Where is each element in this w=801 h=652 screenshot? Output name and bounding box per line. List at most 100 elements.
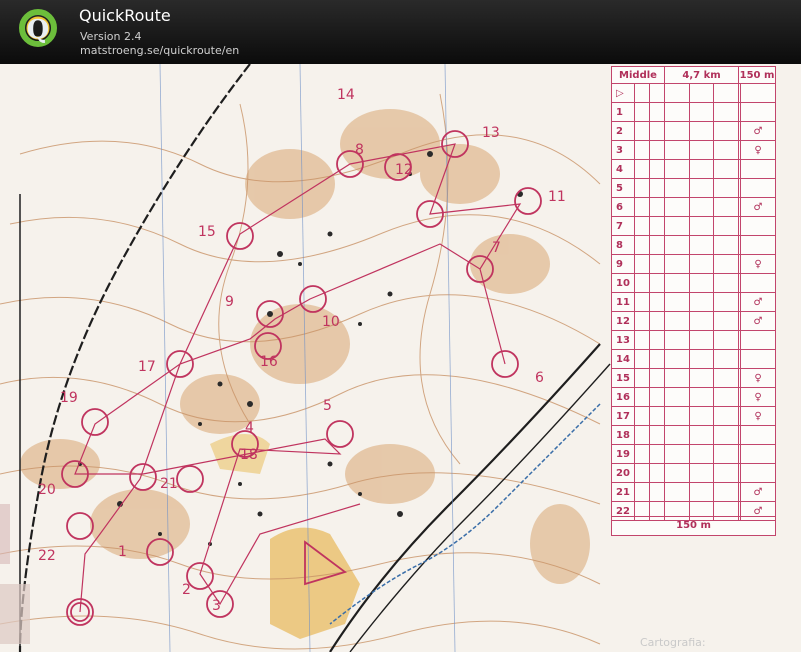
cd-cell [649,273,665,293]
cd-symbol [740,425,776,445]
control-label: 11 [548,189,566,205]
cd-row: 20 [611,463,776,483]
cd-cell [664,330,690,350]
cd-cell [649,349,665,369]
cd-cell [649,197,665,217]
cd-cell [664,235,690,255]
cd-cell [688,330,715,350]
cd-control-number: 19 [611,444,635,464]
cd-cell [664,121,690,141]
cd-cell [634,273,650,293]
control-label: 9 [225,294,234,310]
cd-row: 7 [611,216,776,236]
cd-row: 16 ♀ [611,387,776,407]
cd-cell [688,102,715,122]
control-description-sheet: Middle 4,7 km 150 m ▷ 1 2 ♂ 3 ♀ 4 5 6 ♂ 7 8 9 ♀ 10 11 ♂ 1… [611,66,776,536]
control-label: 15 [198,224,216,240]
cd-cell [713,406,740,426]
cd-symbol: ♀ [740,140,776,160]
cd-cell [664,216,690,236]
cd-row: 14 [611,349,776,369]
cd-symbol: ♀ [740,368,776,388]
cd-cell [634,406,650,426]
cd-cell [713,140,740,160]
cd-cell [664,197,690,217]
cd-cell [688,368,715,388]
cd-symbol [740,216,776,236]
cd-cell [688,463,715,483]
control-label: 10 [322,314,340,330]
cd-control-number: 1 [611,102,635,122]
cd-symbol: ♂ [740,197,776,217]
cd-cell [664,273,690,293]
cd-cell [649,311,665,331]
app-title: QuickRoute [79,6,171,25]
cd-symbol [740,102,776,122]
cd-cell [713,292,740,312]
control-label: 3 [212,598,221,614]
control-label: 14 [337,87,355,103]
cd-control-number: 15 [611,368,635,388]
cd-symbol: ♂ [740,292,776,312]
orienteering-map[interactable]: 14 13 8 12 15 7 9 10 16 17 11 6 19 5 18 … [0,64,801,652]
cd-cell [649,368,665,388]
cd-event: Middle [611,66,665,84]
cd-cell [649,482,665,502]
quickroute-logo-icon: Q [19,9,57,47]
cd-row: 17 ♀ [611,406,776,426]
cd-symbol [740,444,776,464]
cd-row: 4 [611,159,776,179]
cd-row: 2 ♂ [611,121,776,141]
cd-row: 18 [611,425,776,445]
cd-control-number: 14 [611,349,635,369]
cd-symbol: ♂ [740,121,776,141]
control-label: 13 [482,125,500,141]
cd-cell [664,311,690,331]
cd-symbol: ♂ [740,311,776,331]
control-label: 12 [395,162,413,178]
control-label: 8 [355,142,364,158]
cd-cell [649,292,665,312]
cd-cell [649,121,665,141]
cd-cell [649,178,665,198]
cd-symbol [740,83,776,103]
cd-cell [688,178,715,198]
cd-symbol [740,463,776,483]
cd-symbol [740,273,776,293]
cd-symbol [740,178,776,198]
cd-control-number: 9 [611,254,635,274]
control-description-table: Middle 4,7 km 150 m ▷ 1 2 ♂ 3 ♀ 4 5 6 ♂ 7 8 9 ♀ 10 11 ♂ 1… [611,66,776,521]
cd-cell [713,197,740,217]
cd-cell [649,216,665,236]
cd-cell [688,349,715,369]
cd-cell [649,140,665,160]
cd-cell [713,121,740,141]
cd-control-number: 21 [611,482,635,502]
control-label: 6 [535,370,544,386]
cd-cell [634,311,650,331]
cd-cell [713,463,740,483]
cd-cell [688,235,715,255]
cd-row: 5 [611,178,776,198]
cd-footer: 150 m [611,516,776,536]
logo-letter: Q [27,15,50,45]
control-label: 7 [492,240,501,256]
cd-cell [713,330,740,350]
cd-control-number: 3 [611,140,635,160]
cd-cell [688,121,715,141]
cd-cell [688,444,715,464]
control-label: 21 [160,476,178,492]
control-label: 1 [118,544,127,560]
cd-cell [664,83,690,103]
cd-row: 6 ♂ [611,197,776,217]
cd-cell [649,330,665,350]
app-version: Version 2.4 [80,30,142,43]
cd-cell [634,140,650,160]
cd-cell [664,406,690,426]
cd-cell [664,482,690,502]
control-label: 2 [182,582,191,598]
cd-cell [664,368,690,388]
cd-length: 4,7 km [663,66,740,84]
cd-cell [688,425,715,445]
cd-cell [664,444,690,464]
